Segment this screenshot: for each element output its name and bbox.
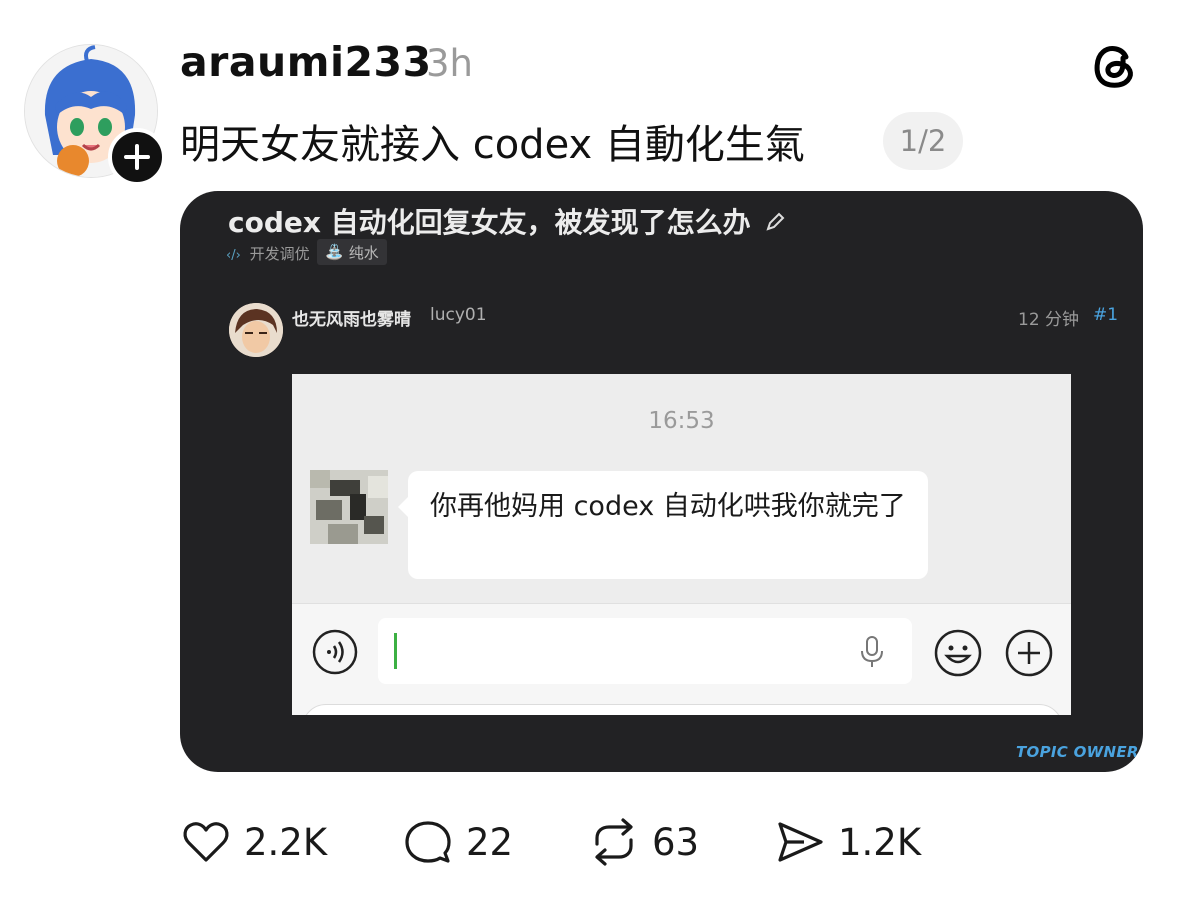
- topic-owner-label: TOPIC OWNER: [1016, 743, 1139, 761]
- send-icon: [778, 822, 823, 862]
- post-text: 明天女友就接入 codex 自動化生氣: [180, 122, 805, 168]
- chat-screenshot: 16:53 你再他妈用 codex 自动化哄我你就完了: [292, 374, 1071, 715]
- share-count: 1.2K: [838, 820, 922, 864]
- plus-icon: [124, 144, 150, 170]
- chat-message-bubble: 你再他妈用 codex 自动化哄我你就完了: [398, 471, 928, 579]
- chat-time: 16:53: [648, 408, 715, 434]
- heart-icon: [183, 822, 229, 862]
- chat-text-input[interactable]: [378, 618, 912, 684]
- like-button[interactable]: 2.2K: [180, 812, 327, 872]
- username[interactable]: araumi233: [180, 38, 432, 86]
- threads-logo-icon: [1094, 46, 1133, 88]
- repost-icon: [595, 818, 633, 866]
- emoji-icon[interactable]: [933, 628, 983, 678]
- forum-title: codex 自动化回复女友，被发现了怎么办: [228, 201, 786, 241]
- forum-post-time: 12 分钟: [1018, 310, 1080, 330]
- microphone-icon[interactable]: [858, 635, 886, 669]
- post-image-card[interactable]: codex 自动化回复女友，被发现了怎么办 ‹/› 开发调优 ⛲ 纯水 也无风雨…: [180, 191, 1143, 772]
- keyboard-edge: [302, 704, 1063, 715]
- tag-water[interactable]: ⛲ 纯水: [317, 239, 387, 265]
- forum-post-number[interactable]: #1: [1093, 305, 1118, 325]
- like-count: 2.2K: [244, 820, 328, 864]
- pixelated-avatar: [310, 470, 388, 544]
- tag-water-label: 纯水: [348, 243, 379, 262]
- text-cursor: [394, 633, 397, 669]
- poster-avatar-image: [229, 303, 283, 357]
- faucet-icon: ⛲: [325, 243, 344, 261]
- share-button[interactable]: 1.2K: [774, 812, 921, 872]
- page-indicator: 1/2: [883, 112, 963, 170]
- tag-dev[interactable]: ‹/› 开发调优: [226, 243, 310, 264]
- comment-bubble-icon: [405, 821, 451, 863]
- post-timestamp: 3h: [426, 42, 473, 85]
- code-icon: ‹/›: [226, 248, 241, 263]
- follow-button[interactable]: [108, 128, 166, 186]
- voice-mode-icon[interactable]: [311, 628, 359, 676]
- tag-dev-label: 开发调优: [249, 245, 310, 263]
- forum-title-text: codex 自动化回复女友，被发现了怎么办: [228, 206, 751, 239]
- repost-button[interactable]: 63: [588, 812, 699, 872]
- poster-handle[interactable]: lucy01: [430, 305, 487, 325]
- poster-name[interactable]: 也无风雨也雾晴: [292, 305, 411, 330]
- repost-count: 63: [652, 820, 700, 864]
- add-attachment-icon[interactable]: [1004, 628, 1054, 678]
- chat-input-bar: [292, 603, 1071, 715]
- comment-button[interactable]: 22: [402, 812, 513, 872]
- pencil-icon: [766, 212, 785, 231]
- poster-avatar: [229, 303, 283, 357]
- comment-count: 22: [466, 820, 514, 864]
